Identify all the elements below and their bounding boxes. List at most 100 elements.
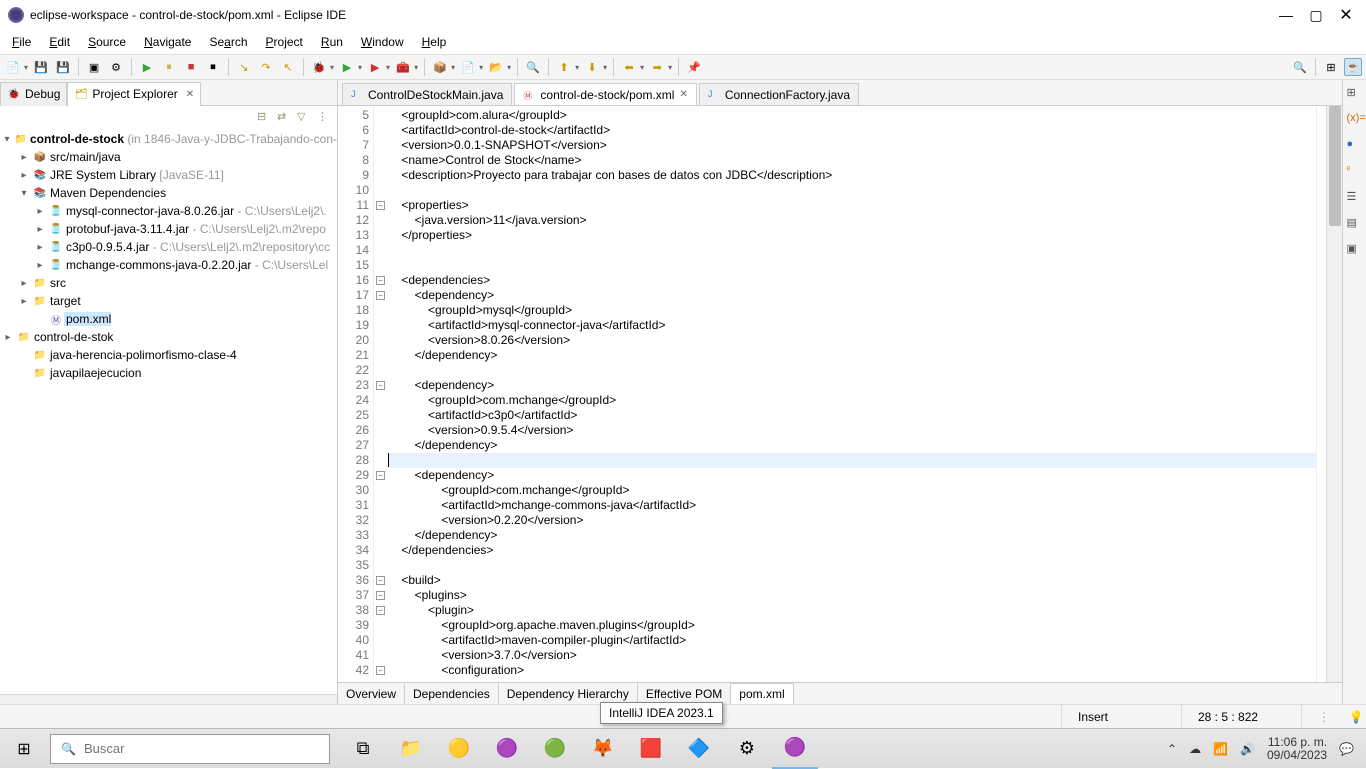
close-button[interactable]: ✕ xyxy=(1340,9,1352,21)
wifi-icon[interactable]: 📶 xyxy=(1213,742,1228,756)
save-all-icon[interactable]: 💾 xyxy=(54,58,72,76)
view-menu-icon[interactable]: ⋮ xyxy=(317,110,331,124)
tab-project-explorer[interactable]: 🗂 Project Explorer ✕ xyxy=(67,82,201,106)
breakpoints-icon[interactable]: ● xyxy=(1347,138,1363,154)
quick-access-icon[interactable]: 🔍 xyxy=(1291,58,1309,76)
tab-dependency-hierarchy[interactable]: Dependency Hierarchy xyxy=(499,684,638,704)
settings-icon[interactable]: ⚙ xyxy=(724,729,770,769)
tab-effective-pom[interactable]: Effective POM xyxy=(638,684,731,704)
menu-file[interactable]: File xyxy=(4,32,39,52)
java-perspective-icon[interactable]: ☕ xyxy=(1344,58,1362,76)
menu-edit[interactable]: Edit xyxy=(41,32,78,52)
taskbar-search[interactable]: 🔍 xyxy=(50,734,330,764)
collapse-all-icon[interactable]: ⊟ xyxy=(257,110,271,124)
project-tree[interactable]: ▾📁control-de-stock (in 1846-Java-y-JDBC-… xyxy=(0,128,337,694)
save-icon[interactable]: 💾 xyxy=(32,58,50,76)
coverage-icon[interactable]: ▶ xyxy=(366,58,384,76)
minimize-button[interactable]: — xyxy=(1280,9,1292,21)
menu-window[interactable]: Window xyxy=(353,32,412,52)
main-toolbar: 📄▾ 💾 💾 ▣ ⚙ ▶ ⏸ ■ ⏹ ↘ ↷ ↖ 🐞▾ ▶▾ ▶▾ 🧰▾ 📦▾ … xyxy=(0,54,1366,80)
folder-icon: 📁 xyxy=(32,294,48,308)
editor-tab[interactable]: Ⓜcontrol-de-stock/pom.xml✕ xyxy=(514,83,696,105)
build-icon[interactable]: ⚙ xyxy=(107,58,125,76)
search-input[interactable] xyxy=(84,741,319,756)
pause-icon[interactable]: ⏸ xyxy=(160,58,178,76)
pin-icon[interactable]: 📌 xyxy=(685,58,703,76)
step-return-icon[interactable]: ↖ xyxy=(279,58,297,76)
app-icon[interactable]: 🟢 xyxy=(532,729,578,769)
editor-tab[interactable]: JControlDeStockMain.java xyxy=(342,83,512,105)
close-icon[interactable]: ✕ xyxy=(186,89,194,100)
terminal-icon[interactable]: ▣ xyxy=(85,58,103,76)
cloud-icon[interactable]: ☁ xyxy=(1189,742,1201,756)
ext-tools-icon[interactable]: 🧰 xyxy=(394,58,412,76)
new-pkg-icon[interactable]: 📦 xyxy=(431,58,449,76)
hscrollbar[interactable] xyxy=(0,694,337,704)
library-icon: 📚 xyxy=(32,168,48,182)
menu-help[interactable]: Help xyxy=(414,32,455,52)
line-gutter[interactable]: 567891011−1213141516−17−181920212223−242… xyxy=(338,106,374,682)
task-view-icon[interactable]: ⧉ xyxy=(340,729,386,769)
chrome-icon[interactable]: 🟡 xyxy=(436,729,482,769)
menu-navigate[interactable]: Navigate xyxy=(136,32,199,52)
taskbar-clock[interactable]: 11:06 p. m. 09/04/2023 xyxy=(1267,736,1327,762)
gimp-icon[interactable]: 🦊 xyxy=(580,729,626,769)
tab-debug[interactable]: 🐞 Debug xyxy=(0,82,67,106)
search-icon[interactable]: 🔍 xyxy=(524,58,542,76)
menu-icon[interactable]: ⋮ xyxy=(1318,710,1330,724)
volume-icon[interactable]: 🔊 xyxy=(1240,742,1255,756)
back-icon[interactable]: ⬅ xyxy=(620,58,638,76)
link-editor-icon[interactable]: ⇄ xyxy=(277,110,291,124)
folder-icon: 📁 xyxy=(32,348,48,362)
intellij-icon[interactable]: 🟥 xyxy=(628,729,674,769)
console-icon[interactable]: ▤ xyxy=(1347,216,1363,232)
menu-source[interactable]: Source xyxy=(80,32,134,52)
maximize-button[interactable]: ▢ xyxy=(1310,9,1322,21)
maven-file-icon: Ⓜ xyxy=(523,89,535,101)
open-perspective-icon[interactable]: ⊞ xyxy=(1322,58,1340,76)
stop-icon[interactable]: ■ xyxy=(182,58,200,76)
outline-icon[interactable]: ⊞ xyxy=(1347,86,1363,102)
menu-search[interactable]: Search xyxy=(201,32,255,52)
mysql-workbench-icon[interactable]: 🔷 xyxy=(676,729,722,769)
run-icon[interactable]: ▶ xyxy=(338,58,356,76)
tab-dependencies[interactable]: Dependencies xyxy=(405,684,499,704)
right-trim: ⊞ (x)= ● ᵉ ☰ ▤ ▣ xyxy=(1342,80,1366,704)
start-button[interactable]: ⊞ xyxy=(0,729,48,769)
tasks-icon[interactable]: ☰ xyxy=(1347,190,1363,206)
resume-icon[interactable]: ▶ xyxy=(138,58,156,76)
step-over-icon[interactable]: ↷ xyxy=(257,58,275,76)
notifications-icon[interactable]: 💬 xyxy=(1339,742,1354,756)
tab-pom-xml[interactable]: pom.xml xyxy=(731,683,793,704)
code-editor[interactable]: <groupId>com.alura</groupId> <artifactId… xyxy=(374,106,1316,682)
forward-icon[interactable]: ➡ xyxy=(648,58,666,76)
java-file-icon: J xyxy=(708,89,720,101)
terminal-icon[interactable]: ▣ xyxy=(1347,242,1363,258)
prev-annotation-icon[interactable]: ⬆ xyxy=(555,58,573,76)
tab-overview[interactable]: Overview xyxy=(338,684,405,704)
tip-icon[interactable]: 💡 xyxy=(1349,710,1364,724)
tray-chevron-icon[interactable]: ⌃ xyxy=(1167,742,1177,756)
step-into-icon[interactable]: ↘ xyxy=(235,58,253,76)
close-icon[interactable]: ✕ xyxy=(679,89,687,100)
explorer-icon: 🗂 xyxy=(74,87,88,101)
eclipse-task-icon[interactable]: 🟣 xyxy=(484,729,530,769)
filter-icon[interactable]: ▽ xyxy=(297,110,311,124)
folder-icon: 📁 xyxy=(32,366,48,380)
menu-project[interactable]: Project xyxy=(258,32,311,52)
disconnect-icon[interactable]: ⏹ xyxy=(204,58,222,76)
next-annotation-icon[interactable]: ⬇ xyxy=(583,58,601,76)
eclipse-running-icon[interactable]: 🟣 xyxy=(772,729,818,769)
variables-icon[interactable]: (x)= xyxy=(1347,112,1363,128)
expressions-icon[interactable]: ᵉ xyxy=(1347,164,1363,180)
open-type-icon[interactable]: 📂 xyxy=(487,58,505,76)
title-bar: eclipse-workspace - control-de-stock/pom… xyxy=(0,0,1366,30)
menu-run[interactable]: Run xyxy=(313,32,351,52)
editor-tab[interactable]: JConnectionFactory.java xyxy=(699,83,859,105)
file-explorer-icon[interactable]: 📁 xyxy=(388,729,434,769)
new-class-icon[interactable]: 📄 xyxy=(459,58,477,76)
vertical-scrollbar[interactable] xyxy=(1326,106,1342,682)
new-icon[interactable]: 📄 xyxy=(4,58,22,76)
debug-icon[interactable]: 🐞 xyxy=(310,58,328,76)
jar-icon: 🫙 xyxy=(48,258,64,272)
